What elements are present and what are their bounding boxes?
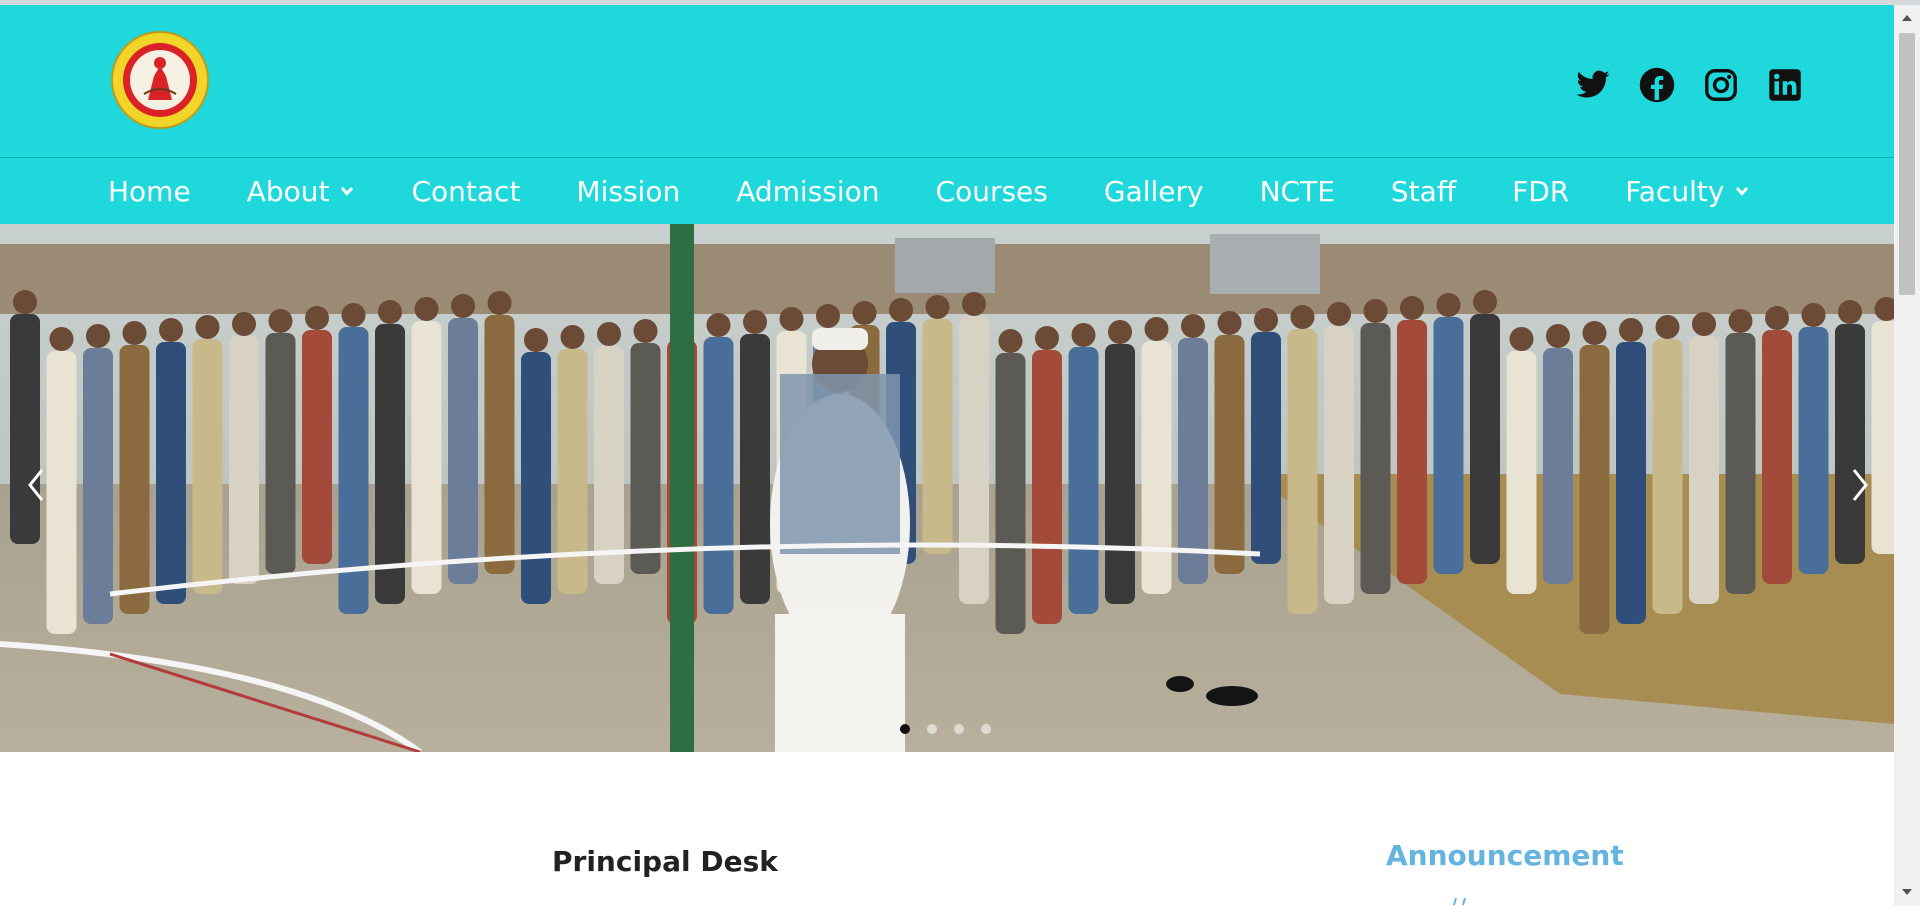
chevron-down-icon bbox=[1736, 186, 1749, 196]
nav-item-label: Courses bbox=[935, 174, 1048, 208]
nav-item-label: Faculty bbox=[1625, 174, 1725, 208]
nav-item-label: NCTE bbox=[1259, 174, 1335, 208]
chevron-down-icon bbox=[341, 186, 354, 196]
nav-item-label: Gallery bbox=[1103, 174, 1204, 208]
chevron-right-icon[interactable] bbox=[1842, 460, 1876, 510]
site-header bbox=[0, 5, 1894, 158]
facebook-icon[interactable] bbox=[1639, 67, 1675, 103]
hero-carousel bbox=[0, 224, 1894, 752]
nav-list: Home About Contact Mission Admission Courses G… bbox=[108, 175, 1806, 208]
main-navigation: Home About Contact Mission Admission Courses G… bbox=[0, 158, 1894, 224]
hero-slide-image bbox=[0, 224, 1894, 752]
carousel-dot[interactable] bbox=[927, 724, 937, 734]
nav-item-ncte[interactable]: NCTE bbox=[1260, 175, 1335, 208]
nav-item-label: Contact bbox=[411, 174, 521, 208]
nav-item-admission[interactable]: Admission bbox=[736, 175, 879, 208]
carousel-indicators bbox=[900, 724, 991, 734]
nav-item-about[interactable]: About bbox=[247, 175, 356, 208]
scroll-up-icon[interactable] bbox=[1901, 13, 1913, 23]
nav-item-contact[interactable]: Contact bbox=[411, 175, 520, 208]
nav-item-label: Mission bbox=[576, 174, 681, 208]
linkedin-icon[interactable] bbox=[1767, 67, 1803, 103]
nav-item-fdr[interactable]: FDR bbox=[1512, 175, 1569, 208]
carousel-dot[interactable] bbox=[900, 724, 910, 734]
nav-item-courses[interactable]: Courses bbox=[936, 175, 1048, 208]
nav-item-home[interactable]: Home bbox=[108, 175, 191, 208]
nav-item-label: About bbox=[246, 174, 330, 208]
scroll-down-icon[interactable] bbox=[1901, 887, 1913, 897]
carousel-dot[interactable] bbox=[954, 724, 964, 734]
announcement-heading: Announcement bbox=[1386, 839, 1624, 872]
nav-item-gallery[interactable]: Gallery bbox=[1104, 175, 1204, 208]
instagram-icon[interactable] bbox=[1703, 67, 1739, 103]
nav-item-label: FDR bbox=[1512, 174, 1570, 208]
chevron-left-icon[interactable] bbox=[20, 460, 54, 510]
principal-desk-heading: Principal Desk bbox=[552, 845, 778, 878]
school-logo[interactable] bbox=[110, 30, 210, 130]
nav-item-faculty[interactable]: Faculty bbox=[1625, 175, 1750, 208]
scrollbar-thumb[interactable] bbox=[1899, 33, 1915, 295]
nav-item-mission[interactable]: Mission bbox=[576, 175, 680, 208]
social-links bbox=[1575, 65, 1803, 105]
nav-item-label: Home bbox=[108, 174, 191, 208]
announcement-content-fragment bbox=[1453, 897, 1466, 906]
carousel-dot[interactable] bbox=[981, 724, 991, 734]
vertical-scrollbar[interactable] bbox=[1894, 5, 1920, 906]
nav-item-label: Admission bbox=[736, 174, 880, 208]
nav-item-staff[interactable]: Staff bbox=[1391, 175, 1456, 208]
twitter-icon[interactable] bbox=[1575, 67, 1611, 103]
nav-item-label: Staff bbox=[1390, 174, 1457, 208]
